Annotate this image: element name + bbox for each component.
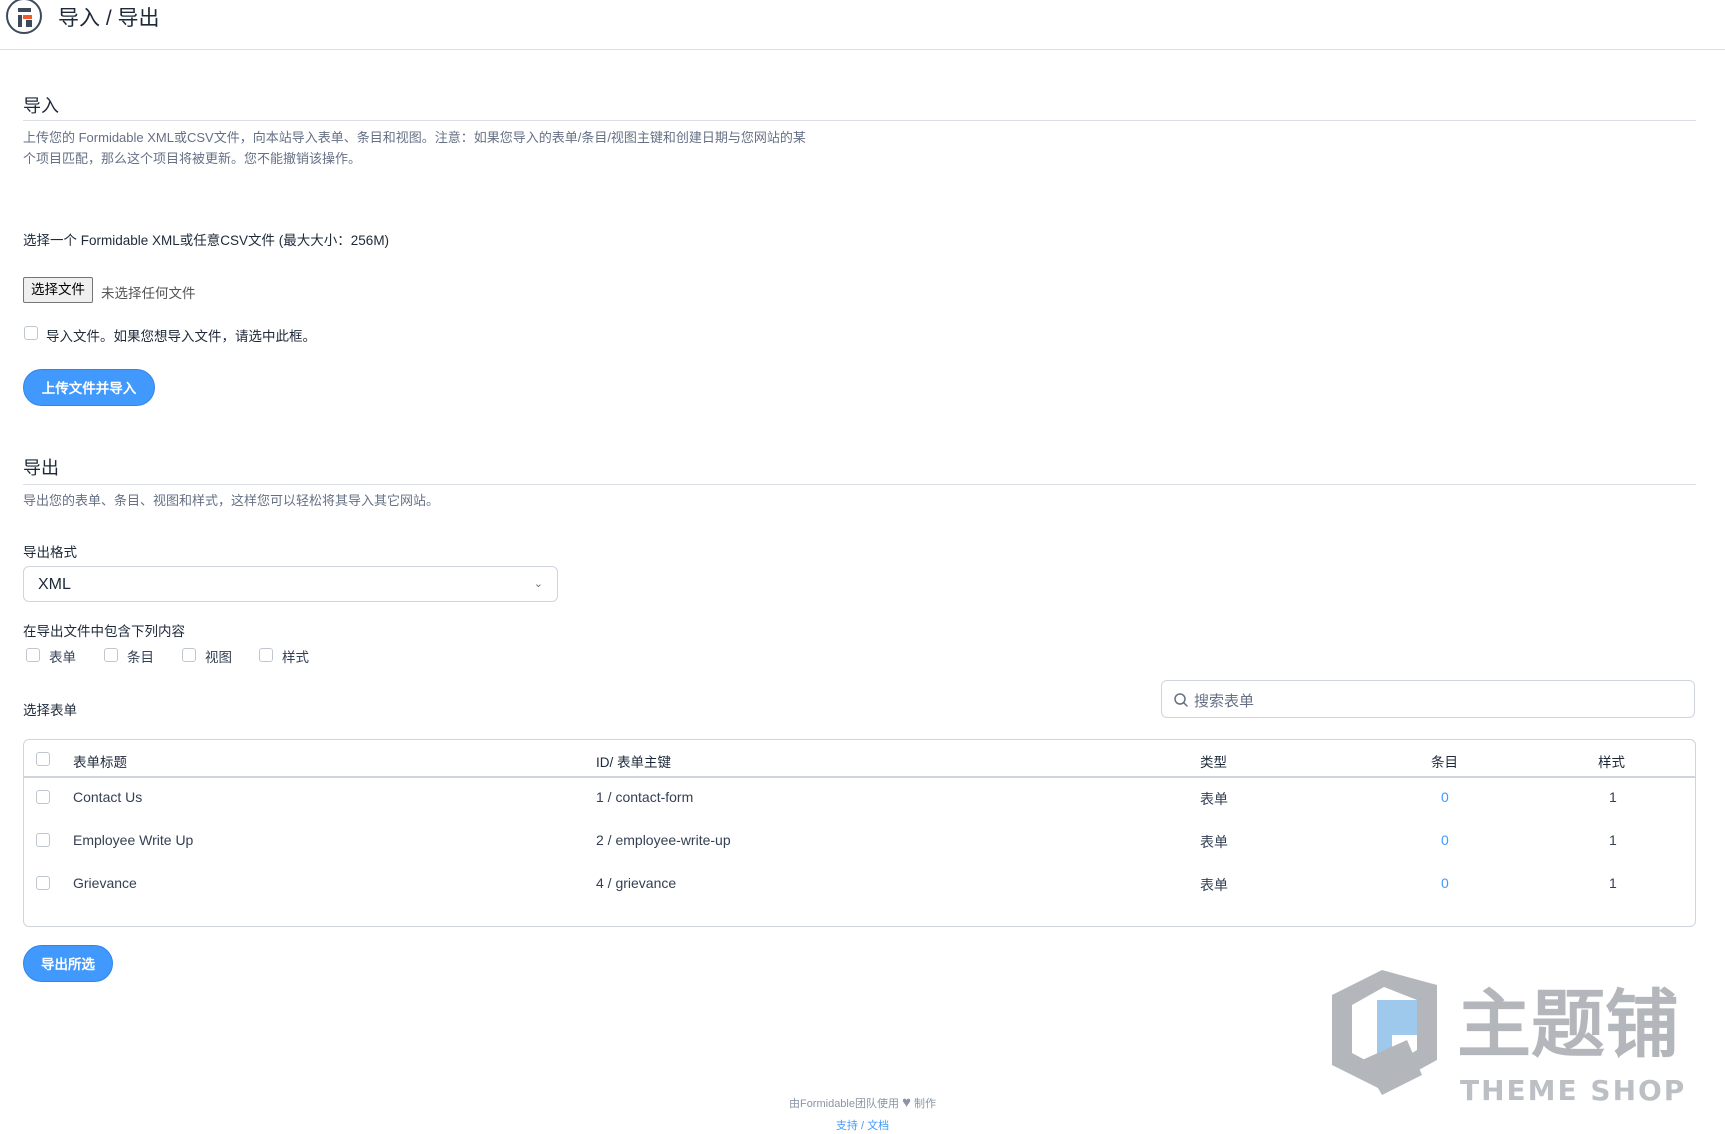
form-title: Contact Us [73, 789, 143, 805]
row-checkbox[interactable] [36, 833, 50, 847]
page-title: 导入 / 导出 [58, 7, 160, 30]
table-header: 表单标题 ID/ 表单主键 类型 条目 样式 [24, 740, 1695, 778]
import-divider [23, 120, 1696, 121]
search-placeholder: 搜索表单 [1194, 693, 1255, 710]
forms-table: 表单标题 ID/ 表单主键 类型 条目 样式 Contact Us 1 / co… [23, 739, 1696, 927]
top-bar: 导入 / 导出 [0, 0, 1725, 50]
formidable-logo-icon[interactable] [6, 0, 42, 34]
import-files-checkbox-label: 导入文件。如果您想导入文件，请选中此框。 [46, 329, 316, 344]
choose-file-button[interactable]: 选择文件 [23, 277, 93, 303]
include-views-label: 视图 [205, 650, 232, 665]
import-file-label: 选择一个 Formidable XML或任意CSV文件 (最大大小：256M) [23, 233, 390, 248]
form-entries-link[interactable]: 0 [1441, 832, 1449, 848]
row-checkbox[interactable] [36, 790, 50, 804]
export-description: 导出您的表单、条目、视图和样式，这样您可以轻松将其导入其它网站。 [23, 493, 440, 508]
search-forms-field[interactable]: 搜索表单 [1161, 680, 1695, 718]
form-title: Grievance [73, 875, 137, 891]
column-header-title[interactable]: 表单标题 [73, 751, 127, 771]
form-style: 1 [1609, 875, 1617, 891]
upload-and-import-button[interactable]: 上传文件并导入 [23, 369, 155, 406]
include-styles-label: 样式 [282, 650, 309, 665]
include-styles-checkbox[interactable] [259, 648, 273, 662]
import-files-checkbox[interactable] [24, 326, 38, 340]
include-views-checkbox[interactable] [182, 648, 196, 662]
select-forms-label: 选择表单 [23, 703, 77, 718]
export-format-value: XML [38, 576, 71, 593]
theme-shop-watermark-logo: 主题铺 THEME SHOP [1332, 970, 1684, 1107]
footer-link-separator: / [857, 1120, 868, 1132]
form-style: 1 [1609, 789, 1617, 805]
export-selected-button[interactable]: 导出所选 [23, 945, 113, 982]
column-header-entries[interactable]: 条目 [1431, 751, 1458, 771]
export-format-label: 导出格式 [23, 545, 77, 560]
footer-links: 支持 / 文档 [0, 1117, 1725, 1133]
form-style: 1 [1609, 832, 1617, 848]
form-id-key: 1 / contact-form [596, 789, 694, 805]
row-checkbox[interactable] [36, 876, 50, 890]
footer-credit-prefix: 由Formidable团队使用 [788, 1098, 899, 1110]
column-header-style[interactable]: 样式 [1598, 751, 1625, 771]
form-type: 表单 [1200, 834, 1228, 850]
column-header-type[interactable]: 类型 [1200, 751, 1227, 771]
form-id-key: 4 / grievance [596, 875, 677, 891]
form-entries-link[interactable]: 0 [1441, 789, 1449, 805]
export-format-select[interactable]: XML ⌄ [23, 566, 558, 602]
include-entries-label: 条目 [127, 650, 154, 665]
footer-credit-suffix: 制作 [914, 1098, 937, 1110]
heart-icon: ♥ [902, 1094, 911, 1111]
export-section-title: 导出 [23, 458, 59, 478]
file-status-text: 未选择任何文件 [101, 286, 196, 301]
import-description-line1: 上传您的 Formidable XML或CSV文件，向本站导入表单、条目和视图。… [23, 130, 806, 145]
column-header-id-key[interactable]: ID/ 表单主键 [596, 751, 671, 771]
form-entries-link[interactable]: 0 [1441, 875, 1449, 891]
footer-credit: 由Formidable团队使用 ♥ 制作 [0, 1094, 1725, 1111]
chevron-down-icon: ⌄ [533, 578, 543, 590]
include-entries-checkbox[interactable] [104, 648, 118, 662]
include-forms-checkbox[interactable] [26, 648, 40, 662]
docs-link[interactable]: 文档 [867, 1120, 889, 1132]
select-all-checkbox[interactable] [36, 752, 50, 766]
import-description-line2: 个项目匹配，那么这个项目将被更新。您不能撤销该操作。 [23, 151, 362, 166]
include-forms-label: 表单 [49, 650, 76, 665]
import-section-title: 导入 [23, 96, 59, 116]
include-content-label: 在导出文件中包含下列内容 [23, 624, 185, 639]
form-type: 表单 [1200, 791, 1228, 807]
watermark-text-cn: 主题铺 [1457, 982, 1679, 1068]
support-link[interactable]: 支持 [836, 1120, 858, 1132]
form-title: Employee Write Up [73, 832, 194, 848]
form-id-key: 2 / employee-write-up [596, 832, 731, 848]
form-type: 表单 [1200, 877, 1228, 893]
export-divider [23, 484, 1696, 485]
search-icon [1174, 693, 1188, 707]
